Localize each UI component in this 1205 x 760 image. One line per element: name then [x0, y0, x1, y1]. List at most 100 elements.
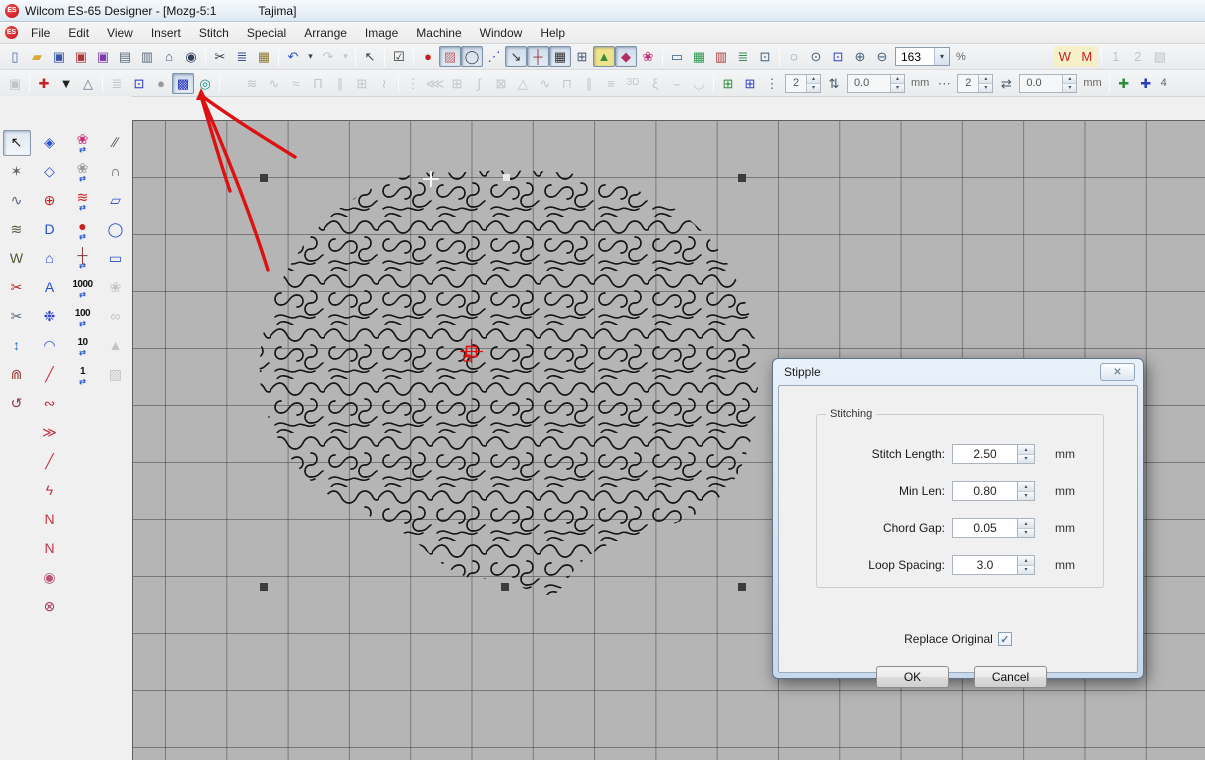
dialog-title-bar[interactable]: Stipple ✕: [773, 359, 1143, 385]
title-bar[interactable]: ES Wilcom ES-65 Designer - [Mozg-5:1 Taj…: [0, 0, 1205, 22]
zoom-level-combo[interactable]: ▾: [895, 47, 950, 66]
updown-needle-tool[interactable]: ↕: [3, 333, 31, 359]
mirror-cols-spinner-value[interactable]: 2: [958, 75, 978, 92]
bead-line-tool[interactable]: ∾: [36, 391, 64, 417]
menu-file[interactable]: File: [22, 23, 59, 43]
spin-down-icon[interactable]: ▾: [1018, 528, 1034, 538]
open-button[interactable]: ▰: [26, 46, 48, 67]
menu-machine[interactable]: Machine: [407, 23, 470, 43]
col-spacing-field[interactable]: 0.0▴▾: [1019, 74, 1077, 93]
needle-spacing-tool[interactable]: ┼⇄: [69, 246, 97, 272]
copy-button[interactable]: ≣: [231, 46, 253, 67]
spin-up-icon[interactable]: ▴: [1018, 519, 1034, 528]
spinner-buttons[interactable]: ▴▾: [1018, 518, 1035, 538]
stitch-list-button[interactable]: ≣: [732, 46, 754, 67]
machine-queue-button[interactable]: M: [1076, 46, 1098, 67]
menu-arrange[interactable]: Arrange: [295, 23, 356, 43]
overview-window-button[interactable]: ⊞: [571, 46, 593, 67]
show-needle-points-button[interactable]: ✚: [33, 73, 55, 94]
grid-toggle-button[interactable]: ▦: [549, 46, 571, 67]
paste-button[interactable]: ▦: [253, 46, 275, 67]
digitize-points-button[interactable]: △: [77, 73, 99, 94]
select-tool[interactable]: ↖: [3, 130, 31, 156]
zigzag-spacing-tool[interactable]: ≋⇄: [69, 188, 97, 214]
connect-machine-button[interactable]: ◉: [180, 46, 202, 67]
puffy-shape-tool[interactable]: ⌂: [36, 246, 64, 272]
spinner-buttons[interactable]: ▴▾: [1018, 444, 1035, 464]
mirror-cols-spinner[interactable]: 2▴▾: [957, 74, 993, 93]
new-button[interactable]: ▯: [4, 46, 26, 67]
stitch-width-tool[interactable]: W: [3, 246, 31, 272]
diagonal-line-tool[interactable]: ╱: [36, 449, 64, 475]
mirror-rows-spinner[interactable]: 2▴▾: [785, 74, 821, 93]
pair-figures-tool[interactable]: ❉: [36, 304, 64, 330]
bean-stitch-tool[interactable]: ●⇄: [69, 217, 97, 243]
menu-help[interactable]: Help: [531, 23, 574, 43]
spin-up-icon[interactable]: ▴: [1018, 445, 1034, 454]
show-connectors-button[interactable]: ▼: [55, 73, 77, 94]
zoom-level-combo-value[interactable]: [896, 48, 934, 65]
print-preview-button[interactable]: ▥: [136, 46, 158, 67]
color-film-button[interactable]: ▥: [710, 46, 732, 67]
spin-up-icon[interactable]: ▴: [979, 75, 992, 83]
ellipse-tool[interactable]: ◯: [102, 217, 130, 243]
cut-button[interactable]: ✂: [209, 46, 231, 67]
sew-machine-button[interactable]: ⌂: [158, 46, 180, 67]
design-properties-button[interactable]: ⊡: [754, 46, 776, 67]
outline-shape-button[interactable]: ◯: [461, 46, 483, 67]
spinner-buttons[interactable]: ▴▾: [806, 75, 820, 92]
zoom-1to1-button[interactable]: ⊙: [805, 46, 827, 67]
lettering-tool[interactable]: A: [36, 275, 64, 301]
zoom-stitches-button[interactable]: ◌: [783, 46, 805, 67]
rectangle-tool[interactable]: ▭: [102, 246, 130, 272]
rotate-object-tool[interactable]: ⊕: [36, 188, 64, 214]
zigzag-select-tool[interactable]: ≋: [3, 217, 31, 243]
spinner-buttons[interactable]: ▴▾: [890, 75, 904, 92]
flower-needle-tool[interactable]: ❀⇄: [69, 159, 97, 185]
spin-down-icon[interactable]: ▾: [807, 83, 820, 92]
circle-fill-button[interactable]: ●: [150, 73, 172, 94]
arc-tool[interactable]: ∩: [102, 159, 130, 185]
field-input[interactable]: [952, 444, 1018, 464]
hatch-fill-button[interactable]: ▨: [439, 46, 461, 67]
dashed-line-tool[interactable]: ╱: [36, 362, 64, 388]
spin-down-icon[interactable]: ▾: [1018, 454, 1034, 464]
spin-down-icon[interactable]: ▾: [891, 83, 904, 92]
reshape-nodes-tool[interactable]: ◇: [36, 159, 64, 185]
col-spacing-field-value[interactable]: 0.0: [1020, 75, 1062, 92]
stipple-button[interactable]: ▩: [172, 73, 194, 94]
lettering-d-tool[interactable]: D: [36, 217, 64, 243]
save-machine-alt-button[interactable]: ▣: [92, 46, 114, 67]
spin-up-icon[interactable]: ▴: [1018, 556, 1034, 565]
spin-down-icon[interactable]: ▾: [1018, 491, 1034, 501]
ellipse-rotate-tool[interactable]: ↺: [3, 391, 31, 417]
outline-design-button[interactable]: ◎: [194, 73, 216, 94]
field-input[interactable]: [952, 555, 1018, 575]
array-tool-button[interactable]: ✚: [1135, 73, 1157, 94]
stitch-cut-tool[interactable]: ✂: [3, 275, 31, 301]
polyline-n-tool[interactable]: N: [36, 507, 64, 533]
spin-up-icon[interactable]: ▴: [807, 75, 820, 83]
undo-button[interactable]: ↶: [282, 46, 304, 67]
arrow-chain-tool[interactable]: ≫: [36, 420, 64, 446]
wreath-points-button[interactable]: ⋮: [761, 73, 783, 94]
zoom-box-button[interactable]: ⊡: [827, 46, 849, 67]
show-bitmap-button[interactable]: ❀: [637, 46, 659, 67]
row-spacing-icon[interactable]: ⇅: [823, 73, 845, 94]
shape-doc-tool[interactable]: ▱: [102, 188, 130, 214]
offset-object-button[interactable]: ⊡: [128, 73, 150, 94]
striped-n-tool[interactable]: N: [36, 536, 64, 562]
scale-100-tool[interactable]: 100⇄: [69, 304, 97, 330]
menu-view[interactable]: View: [98, 23, 142, 43]
wheel-tool[interactable]: ⊗: [36, 594, 64, 620]
mirror-rows-spinner-value[interactable]: 2: [786, 75, 806, 92]
spin-up-icon[interactable]: ▴: [1063, 75, 1076, 83]
scale-1000-tool[interactable]: 1000⇄: [69, 275, 97, 301]
chevron-down-icon[interactable]: ▾: [934, 48, 949, 65]
kaleidoscope-button[interactable]: ⊞: [739, 73, 761, 94]
replace-original-checkbox[interactable]: ✓: [998, 632, 1012, 646]
row-spacing-field-value[interactable]: 0.0: [848, 75, 890, 92]
scissors-needle-tool[interactable]: ✂: [3, 304, 31, 330]
penetration-points-button[interactable]: ⋰: [483, 46, 505, 67]
cancel-button[interactable]: Cancel: [974, 666, 1047, 688]
